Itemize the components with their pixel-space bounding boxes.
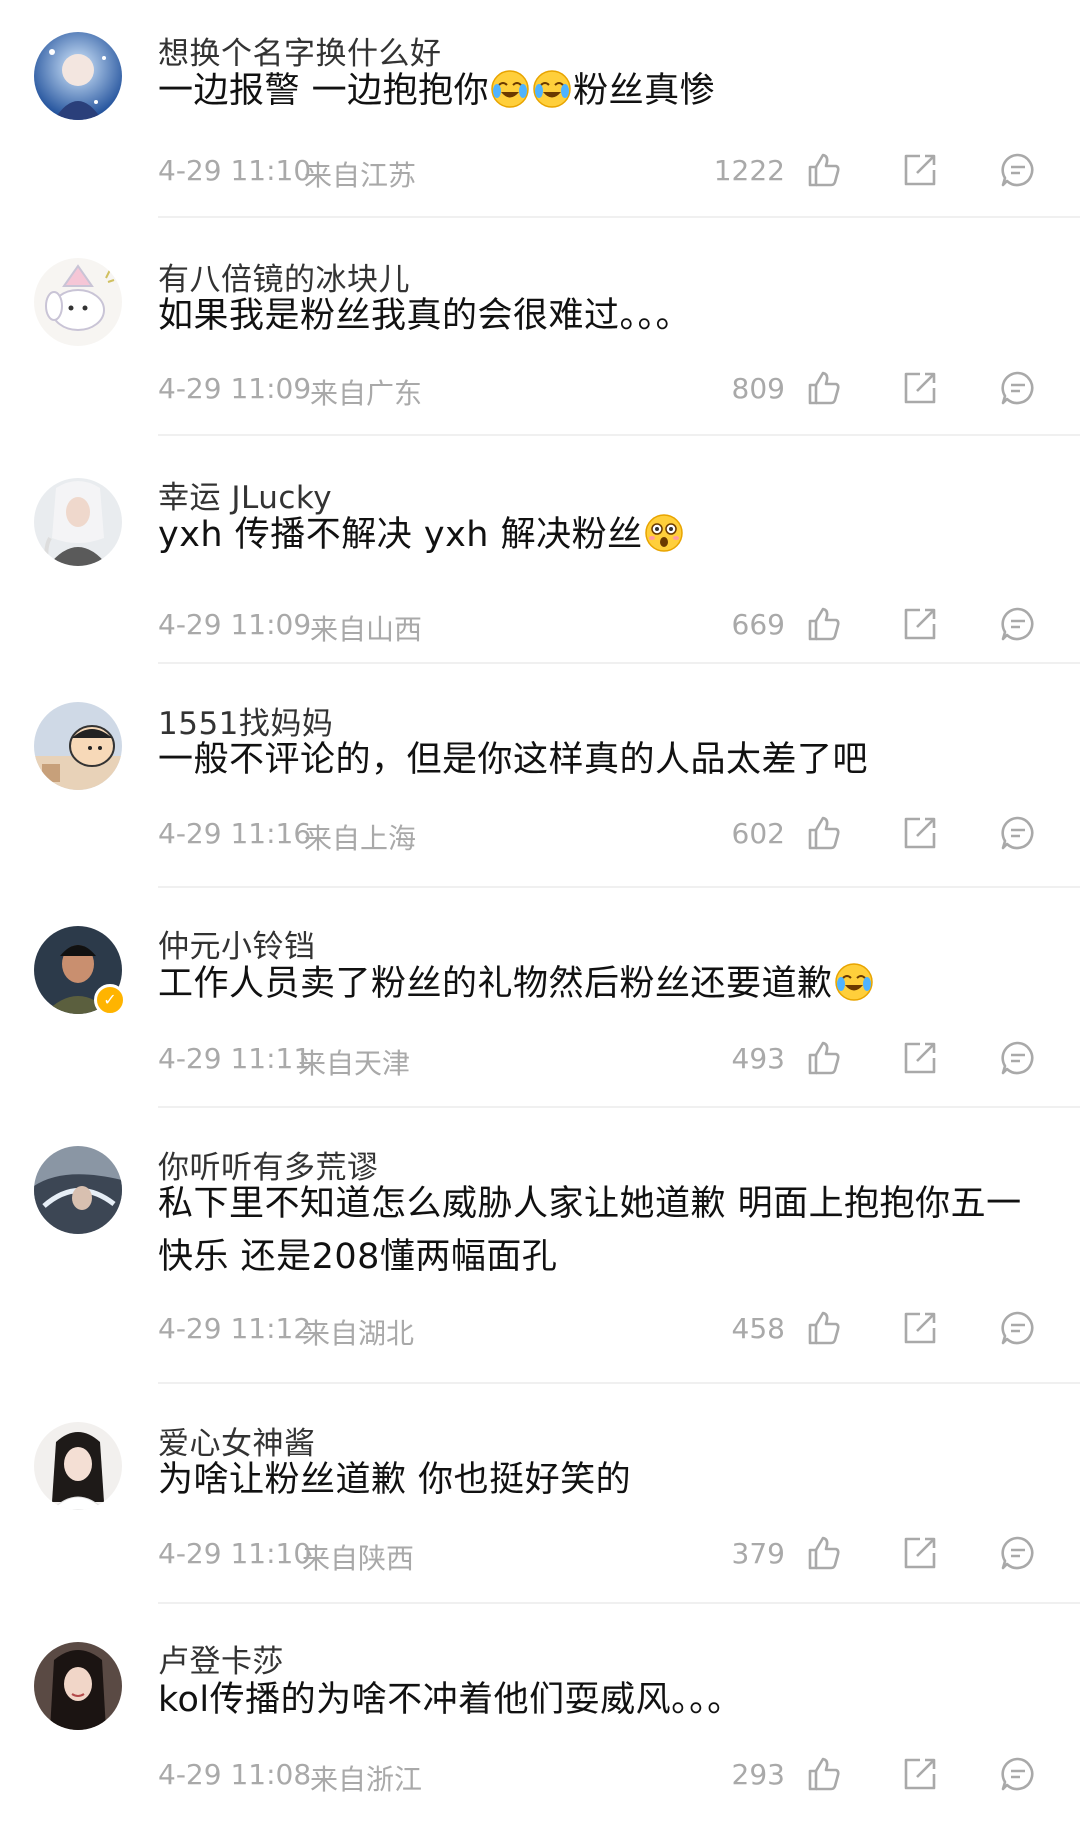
- location: 来自陕西: [302, 1542, 415, 1575]
- like-count: 379: [731, 1537, 785, 1570]
- laugh-cry-emoji-icon: [490, 69, 530, 109]
- share-icon[interactable]: [900, 813, 940, 853]
- comment-text: kol传播的为啥不冲着他们耍威风。。。: [158, 1680, 743, 1720]
- avatar[interactable]: [34, 478, 122, 566]
- divider: [158, 662, 1080, 664]
- thumbs-up-icon[interactable]: [804, 150, 844, 190]
- share-icon[interactable]: [900, 150, 940, 190]
- comment-icon[interactable]: [998, 1754, 1038, 1794]
- comment-text: 如果我是粉丝我真的会很难过。。。: [158, 296, 692, 336]
- comment-meta: 4-29 11:16 来自上海 602: [158, 813, 1080, 855]
- comment-meta: 4-29 11:10 来自江苏 1222: [158, 150, 1080, 192]
- comment-meta: 4-29 11:11 来自天津 493: [158, 1038, 1080, 1080]
- location: 来自广东: [310, 377, 423, 410]
- comment-text: 为啥让粉丝道歉 你也挺好笑的: [158, 1460, 632, 1500]
- like-count: 293: [731, 1758, 785, 1791]
- comment-icon[interactable]: [998, 1308, 1038, 1348]
- divider: [158, 216, 1080, 218]
- timestamp: 4-29 11:11: [158, 1042, 312, 1075]
- comment-icon[interactable]: [998, 150, 1038, 190]
- timestamp: 4-29 11:12: [158, 1312, 312, 1345]
- divider: [158, 1602, 1080, 1604]
- avatar[interactable]: [34, 1146, 122, 1234]
- comment-meta: 4-29 11:09 来自山西 669: [158, 604, 1080, 646]
- comment-meta: 4-29 11:10 来自陕西 379: [158, 1533, 1080, 1575]
- thumbs-up-icon[interactable]: [804, 604, 844, 644]
- divider: [158, 1382, 1080, 1384]
- like-count: 669: [731, 608, 785, 641]
- comment-text: yxh 传播不解决 yxh 解决粉丝: [158, 509, 1050, 562]
- timestamp: 4-29 11:09: [158, 372, 312, 405]
- comment-icon[interactable]: [998, 1038, 1038, 1078]
- like-count: 458: [731, 1312, 785, 1345]
- comment-icon[interactable]: [998, 813, 1038, 853]
- comment-meta: 4-29 11:09 来自广东 809: [158, 368, 1080, 410]
- laugh-cry-emoji-icon: [532, 69, 572, 109]
- thumbs-up-icon[interactable]: [804, 368, 844, 408]
- location: 来自湖北: [302, 1317, 415, 1350]
- comment-meta: 4-29 11:12 来自湖北 458: [158, 1308, 1080, 1350]
- comment-text: 工作人员卖了粉丝的礼物然后粉丝还要道歉: [158, 958, 1050, 1011]
- comment-list: 想换个名字换什么好 一边报警 一边抱抱你 粉丝真惨 4-29 11:10 来自江苏…: [0, 0, 1080, 1826]
- thumbs-up-icon[interactable]: [804, 1308, 844, 1348]
- avatar[interactable]: [34, 1642, 122, 1730]
- comment-icon[interactable]: [998, 1533, 1038, 1573]
- divider: [158, 1106, 1080, 1108]
- comment-icon[interactable]: [998, 604, 1038, 644]
- location: 来自山西: [310, 613, 423, 646]
- thumbs-up-icon[interactable]: [804, 1754, 844, 1794]
- laugh-cry-emoji-icon: [834, 962, 874, 1002]
- timestamp: 4-29 11:09: [158, 608, 312, 641]
- share-icon[interactable]: [900, 1533, 940, 1573]
- timestamp: 4-29 11:10: [158, 154, 312, 187]
- divider: [158, 434, 1080, 436]
- comment-meta: 4-29 11:08 来自浙江 293: [158, 1754, 1080, 1796]
- divider: [158, 886, 1080, 888]
- share-icon[interactable]: [900, 368, 940, 408]
- thumbs-up-icon[interactable]: [804, 1038, 844, 1078]
- avatar[interactable]: [34, 702, 122, 790]
- timestamp: 4-29 11:08: [158, 1758, 312, 1791]
- share-icon[interactable]: [900, 1308, 940, 1348]
- avatar[interactable]: [34, 32, 122, 120]
- location: 来自上海: [304, 822, 417, 855]
- thumbs-up-icon[interactable]: [804, 813, 844, 853]
- share-icon[interactable]: [900, 604, 940, 644]
- timestamp: 4-29 11:16: [158, 817, 312, 850]
- avatar[interactable]: [34, 258, 122, 346]
- avatar[interactable]: [34, 1422, 122, 1510]
- like-count: 1222: [713, 154, 785, 187]
- location: 来自天津: [298, 1047, 411, 1080]
- location: 来自浙江: [310, 1763, 423, 1796]
- like-count: 809: [731, 372, 785, 405]
- like-count: 493: [731, 1042, 785, 1075]
- shocked-emoji-icon: [644, 513, 684, 553]
- comment-icon[interactable]: [998, 368, 1038, 408]
- share-icon[interactable]: [900, 1038, 940, 1078]
- comment-text: 一边报警 一边抱抱你 粉丝真惨: [158, 69, 716, 111]
- timestamp: 4-29 11:10: [158, 1537, 312, 1570]
- comment-text: 一般不评论的，但是你这样真的人品太差了吧: [158, 740, 869, 780]
- thumbs-up-icon[interactable]: [804, 1533, 844, 1573]
- comment-text: 私下里不知道怎么威胁人家让她道歉 明面上抱抱你五一快乐 还是208懂两幅面孔: [158, 1184, 1022, 1277]
- verified-badge-icon: ✓: [94, 984, 126, 1016]
- share-icon[interactable]: [900, 1754, 940, 1794]
- like-count: 602: [731, 817, 785, 850]
- location: 来自江苏: [304, 159, 417, 192]
